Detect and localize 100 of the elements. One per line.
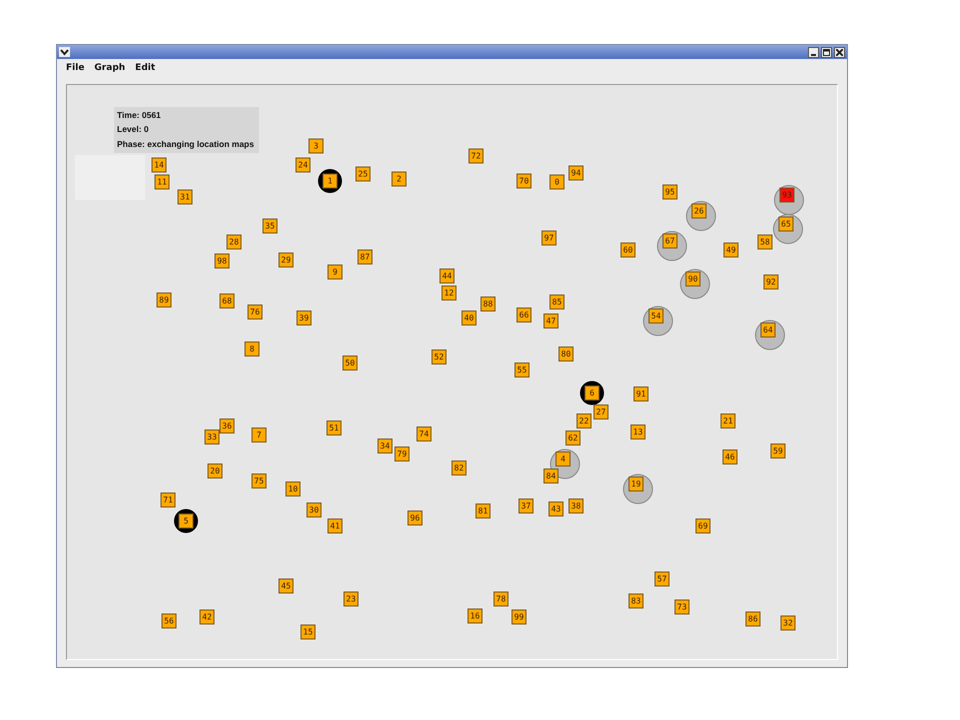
graph-node[interactable]: 22 <box>576 414 592 428</box>
graph-node[interactable]: 62 <box>566 430 580 446</box>
graph-node[interactable]: 47 <box>544 314 558 328</box>
graph-node[interactable]: 2 <box>392 172 406 186</box>
graph-node[interactable]: 21 <box>720 414 736 428</box>
graph-node[interactable]: 38 <box>568 498 584 514</box>
graph-node[interactable]: 57 <box>654 572 670 586</box>
graph-node[interactable]: 80 <box>558 346 574 362</box>
graph-node[interactable]: 28 <box>226 234 242 250</box>
graph-node[interactable]: 67 <box>662 234 678 248</box>
graph-node[interactable]: 37 <box>518 498 534 514</box>
graph-node[interactable]: 78 <box>494 592 508 606</box>
graph-node[interactable]: 68 <box>220 294 234 308</box>
graph-node[interactable]: 75 <box>252 474 266 488</box>
graph-node[interactable]: 35 <box>262 218 278 234</box>
graph-node[interactable]: 14 <box>152 158 166 172</box>
graph-node[interactable]: 51 <box>326 420 342 436</box>
graph-node[interactable]: 15 <box>300 624 316 640</box>
graph-node[interactable]: 9 <box>328 264 342 280</box>
graph-node[interactable]: 23 <box>344 592 358 606</box>
graph-node[interactable]: 95 <box>662 184 678 200</box>
graph-node[interactable]: 73 <box>674 600 690 614</box>
maximize-icon[interactable] <box>821 46 832 58</box>
graph-node[interactable]: 94 <box>568 166 584 180</box>
graph-node[interactable]: 30 <box>306 502 322 518</box>
graph-node[interactable]: 1 <box>322 174 338 188</box>
graph-node[interactable]: 32 <box>780 616 796 630</box>
graph-node[interactable]: 40 <box>462 310 476 326</box>
graph-node[interactable]: 11 <box>154 174 170 190</box>
minimize-icon[interactable] <box>808 46 819 58</box>
graph-node[interactable]: 13 <box>630 424 646 440</box>
graph-node[interactable]: 7 <box>252 428 266 442</box>
graph-node[interactable]: 34 <box>378 438 392 454</box>
graph-node[interactable]: 92 <box>764 274 778 290</box>
graph-node[interactable]: 3 <box>308 138 324 154</box>
graph-node[interactable]: 26 <box>692 204 706 218</box>
graph-node[interactable]: 74 <box>416 426 432 442</box>
graph-node[interactable]: 8 <box>244 342 260 356</box>
menu-item[interactable]: Edit <box>130 63 160 79</box>
graph-node[interactable]: 31 <box>178 190 192 204</box>
close-icon[interactable] <box>834 46 845 58</box>
graph-node[interactable]: 85 <box>550 294 564 310</box>
graph-node[interactable]: 54 <box>648 308 664 324</box>
graph-node[interactable]: 43 <box>548 502 564 516</box>
graph-node[interactable]: 44 <box>440 268 454 284</box>
graph-node[interactable]: 19 <box>628 476 644 492</box>
graph-node[interactable]: 98 <box>214 254 230 268</box>
graph-node[interactable]: 60 <box>620 242 636 258</box>
chevron-icon[interactable] <box>59 47 70 57</box>
graph-node[interactable]: 50 <box>342 356 358 370</box>
graph-node[interactable]: 84 <box>544 468 558 484</box>
graph-node[interactable]: 83 <box>628 594 644 608</box>
graph-node[interactable]: 82 <box>452 460 466 476</box>
graph-node[interactable]: 56 <box>162 614 176 628</box>
graph-node[interactable]: 88 <box>480 296 496 312</box>
graph-node[interactable]: 10 <box>286 482 300 496</box>
graph-node[interactable]: 87 <box>358 250 372 264</box>
graph-node[interactable]: 90 <box>686 272 700 286</box>
graph-node[interactable]: 96 <box>408 510 422 526</box>
graph-node[interactable]: 86 <box>746 612 760 626</box>
graph-node[interactable]: 59 <box>770 444 786 458</box>
graph-node[interactable]: 66 <box>516 308 532 322</box>
graph-node[interactable]: 52 <box>432 350 446 364</box>
graph-node[interactable]: 16 <box>468 608 482 624</box>
graph-node[interactable]: 70 <box>516 174 532 188</box>
graph-node[interactable]: 41 <box>328 518 342 534</box>
graph-node[interactable]: 4 <box>556 452 570 466</box>
graph-node[interactable]: 5 <box>178 514 194 528</box>
graph-node[interactable]: 69 <box>696 518 710 534</box>
graph-node[interactable]: 33 <box>204 430 220 444</box>
graph-node[interactable]: 25 <box>356 166 370 182</box>
graph-node[interactable]: 72 <box>468 148 484 164</box>
graph-node[interactable]: 99 <box>512 610 526 624</box>
graph-node[interactable]: 45 <box>278 578 294 594</box>
graph-node[interactable]: 27 <box>594 404 608 420</box>
graph-node[interactable]: 58 <box>758 234 772 250</box>
graph-node[interactable]: 42 <box>200 610 214 624</box>
graph-node[interactable]: 65 <box>778 216 794 232</box>
graph-node[interactable]: 39 <box>296 310 312 326</box>
graph-node[interactable]: 49 <box>724 242 738 258</box>
graph-node[interactable]: 97 <box>542 230 556 246</box>
graph-node[interactable]: 29 <box>278 252 294 268</box>
graph-node[interactable]: 91 <box>634 386 648 402</box>
graph-node[interactable]: 64 <box>760 322 776 338</box>
graph-node[interactable]: 36 <box>220 418 234 434</box>
menu-item[interactable]: File <box>61 63 90 79</box>
menu-item[interactable]: Graph <box>89 63 130 79</box>
graph-node[interactable]: 89 <box>156 292 172 308</box>
graph-node[interactable]: 76 <box>248 304 262 320</box>
graph-node[interactable]: 20 <box>208 464 222 478</box>
graph-node[interactable]: 24 <box>296 158 310 172</box>
graph-node[interactable]: 81 <box>476 504 490 518</box>
graph-node[interactable]: 6 <box>584 386 600 400</box>
graph-node[interactable]: 79 <box>394 446 410 462</box>
graph-node[interactable]: 93 <box>780 188 794 202</box>
graph-node[interactable]: 0 <box>550 174 564 190</box>
graph-node[interactable]: 71 <box>160 492 176 508</box>
graph-node[interactable]: 55 <box>514 362 530 378</box>
graph-node[interactable]: 12 <box>442 286 456 300</box>
graph-node[interactable]: 46 <box>722 450 738 464</box>
